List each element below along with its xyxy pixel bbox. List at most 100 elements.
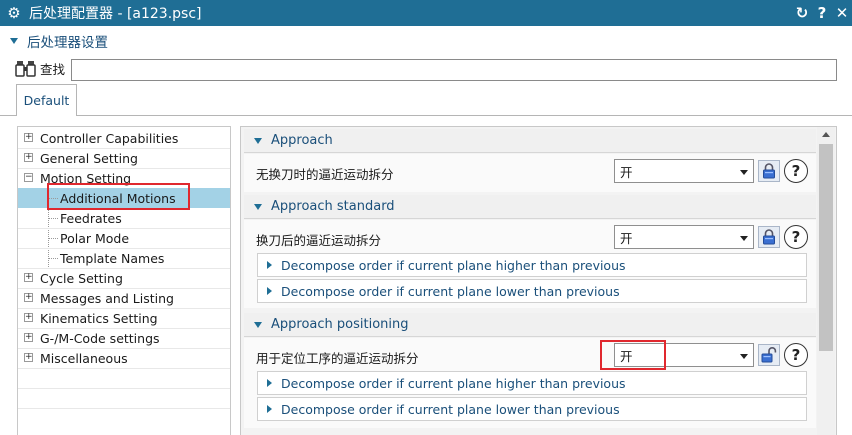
group-header-approach-standard[interactable]: Approach standard: [244, 195, 816, 219]
settings-panel: Approach 无换刀时的逼近运动拆分 开 ? Approach standa…: [240, 126, 837, 435]
collapse-triangle-icon[interactable]: [254, 321, 262, 328]
subsection-label: Decompose order if current plane higher …: [281, 375, 626, 391]
search-row: 查找: [15, 58, 65, 78]
divider: [18, 388, 230, 389]
lock-button[interactable]: [758, 160, 780, 182]
group-body: 用于定位工序的逼近运动拆分 开 ? Decompose order if cur…: [244, 338, 816, 428]
help-icon[interactable]: ?: [784, 159, 808, 183]
lock-icon: [763, 229, 775, 245]
tree-item-label: General Setting: [40, 150, 138, 166]
scroll-up-icon[interactable]: [822, 132, 830, 137]
lock-button[interactable]: [758, 226, 780, 248]
group-title: Approach: [271, 133, 333, 148]
subsection-decompose-lower[interactable]: Decompose order if current plane lower t…: [257, 279, 807, 303]
collapse-triangle-icon[interactable]: [254, 137, 262, 144]
tree-item-label: Controller Capabilities: [40, 130, 179, 146]
tree-item-miscellaneous[interactable]: + Miscellaneous: [18, 348, 230, 368]
group-header-approach-positioning[interactable]: Approach positioning: [244, 313, 816, 337]
tree-item-kinematics-setting[interactable]: + Kinematics Setting: [18, 308, 230, 328]
expand-icon[interactable]: +: [24, 353, 33, 362]
lock-icon: [763, 163, 775, 179]
group-title: Approach standard: [271, 199, 395, 214]
close-icon[interactable]: ✕: [832, 4, 852, 22]
expand-icon[interactable]: +: [24, 293, 33, 302]
expand-triangle-icon: [267, 405, 272, 413]
tree-item-label: Kinematics Setting: [40, 310, 158, 326]
binoculars-icon: [15, 61, 36, 77]
tree-connector: [48, 238, 58, 239]
subsection-decompose-higher[interactable]: Decompose order if current plane higher …: [257, 253, 807, 277]
help-icon[interactable]: ?: [784, 225, 808, 249]
setting-label: 无换刀时的逼近运动拆分: [256, 167, 394, 182]
refresh-icon[interactable]: ↻: [792, 4, 812, 22]
collapse-icon[interactable]: −: [24, 173, 33, 182]
subsection-decompose-higher[interactable]: Decompose order if current plane higher …: [257, 371, 807, 395]
help-titlebar-icon[interactable]: ?: [812, 4, 832, 22]
unlock-button[interactable]: [758, 344, 780, 366]
expand-triangle-icon: [267, 379, 272, 387]
section-title: 后处理器设置: [27, 35, 108, 51]
tab-default[interactable]: Default: [16, 84, 77, 116]
dropdown-value: 开: [620, 164, 633, 180]
collapse-triangle-icon[interactable]: [10, 38, 18, 44]
approach-split-dropdown[interactable]: 开: [614, 159, 754, 183]
tree-item-controller-capabilities[interactable]: + Controller Capabilities: [18, 128, 230, 148]
tree-item-messages-and-listing[interactable]: + Messages and Listing: [18, 288, 230, 308]
chevron-down-icon: [740, 170, 748, 175]
help-icon[interactable]: ?: [784, 343, 808, 367]
divider: [18, 368, 230, 369]
tree-item-label: Template Names: [60, 250, 165, 266]
approach-positioning-dropdown[interactable]: 开: [614, 343, 754, 367]
approach-standard-dropdown[interactable]: 开: [614, 225, 754, 249]
search-label: 查找: [40, 61, 66, 77]
tree-item-label: Feedrates: [60, 210, 122, 226]
expand-triangle-icon: [267, 261, 272, 269]
tree-item-label: Additional Motions: [60, 190, 176, 206]
group-body: 无换刀时的逼近运动拆分 开 ?: [244, 154, 816, 192]
collapse-triangle-icon[interactable]: [254, 203, 262, 210]
tree-connector: [48, 198, 58, 199]
search-input[interactable]: [71, 59, 837, 81]
tree-item-general-setting[interactable]: + General Setting: [18, 148, 230, 168]
tree-item-feedrates[interactable]: Feedrates: [18, 208, 230, 228]
scroll-thumb[interactable]: [819, 144, 833, 351]
window-title: 后处理配置器 - [a123.psc]: [29, 6, 202, 22]
tree-item-template-names[interactable]: Template Names: [18, 248, 230, 268]
group-body: 换刀后的逼近运动拆分 开 ? Decompose order if curren…: [244, 220, 816, 308]
gear-icon[interactable]: ⚙: [3, 4, 25, 22]
tree-item-label: Miscellaneous: [40, 350, 128, 366]
chevron-down-icon: [740, 354, 748, 359]
settings-tree[interactable]: + Controller Capabilities + General Sett…: [17, 126, 231, 435]
vertical-scrollbar[interactable]: [817, 127, 835, 435]
tree-item-additional-motions[interactable]: Additional Motions: [18, 188, 230, 208]
expand-icon[interactable]: +: [24, 153, 33, 162]
unlock-icon: [761, 347, 777, 363]
expand-icon[interactable]: +: [24, 313, 33, 322]
subsection-label: Decompose order if current plane higher …: [281, 257, 626, 273]
tree-item-cycle-setting[interactable]: + Cycle Setting: [18, 268, 230, 288]
expand-triangle-icon: [267, 287, 272, 295]
tree-item-motion-setting[interactable]: − Motion Setting: [18, 168, 230, 188]
window-controls: ↻ ? ✕: [792, 4, 852, 22]
group-header-approach[interactable]: Approach: [244, 129, 816, 153]
tab-divider: [0, 115, 852, 116]
divider: [18, 408, 230, 409]
tree-item-gm-code-settings[interactable]: + G-/M-Code settings: [18, 328, 230, 348]
dropdown-value: 开: [620, 348, 633, 364]
subsection-decompose-lower[interactable]: Decompose order if current plane lower t…: [257, 397, 807, 421]
tree-item-label: Messages and Listing: [40, 290, 174, 306]
setting-label: 用于定位工序的逼近运动拆分: [256, 351, 419, 366]
expand-icon[interactable]: +: [24, 273, 33, 282]
dropdown-value: 开: [620, 230, 633, 246]
tree-item-label: Cycle Setting: [40, 270, 123, 286]
expand-icon[interactable]: +: [24, 333, 33, 342]
tree-connector: [48, 218, 58, 219]
group-title: Approach positioning: [271, 317, 409, 332]
tree-item-polar-mode[interactable]: Polar Mode: [18, 228, 230, 248]
subsection-label: Decompose order if current plane lower t…: [281, 401, 620, 417]
title-bar: ⚙ 后处理配置器 - [a123.psc] ↻ ? ✕: [0, 0, 852, 26]
subsection-label: Decompose order if current plane lower t…: [281, 283, 620, 299]
section-header[interactable]: 后处理器设置: [10, 31, 108, 51]
tree-item-label: Polar Mode: [60, 230, 130, 246]
expand-icon[interactable]: +: [24, 133, 33, 142]
